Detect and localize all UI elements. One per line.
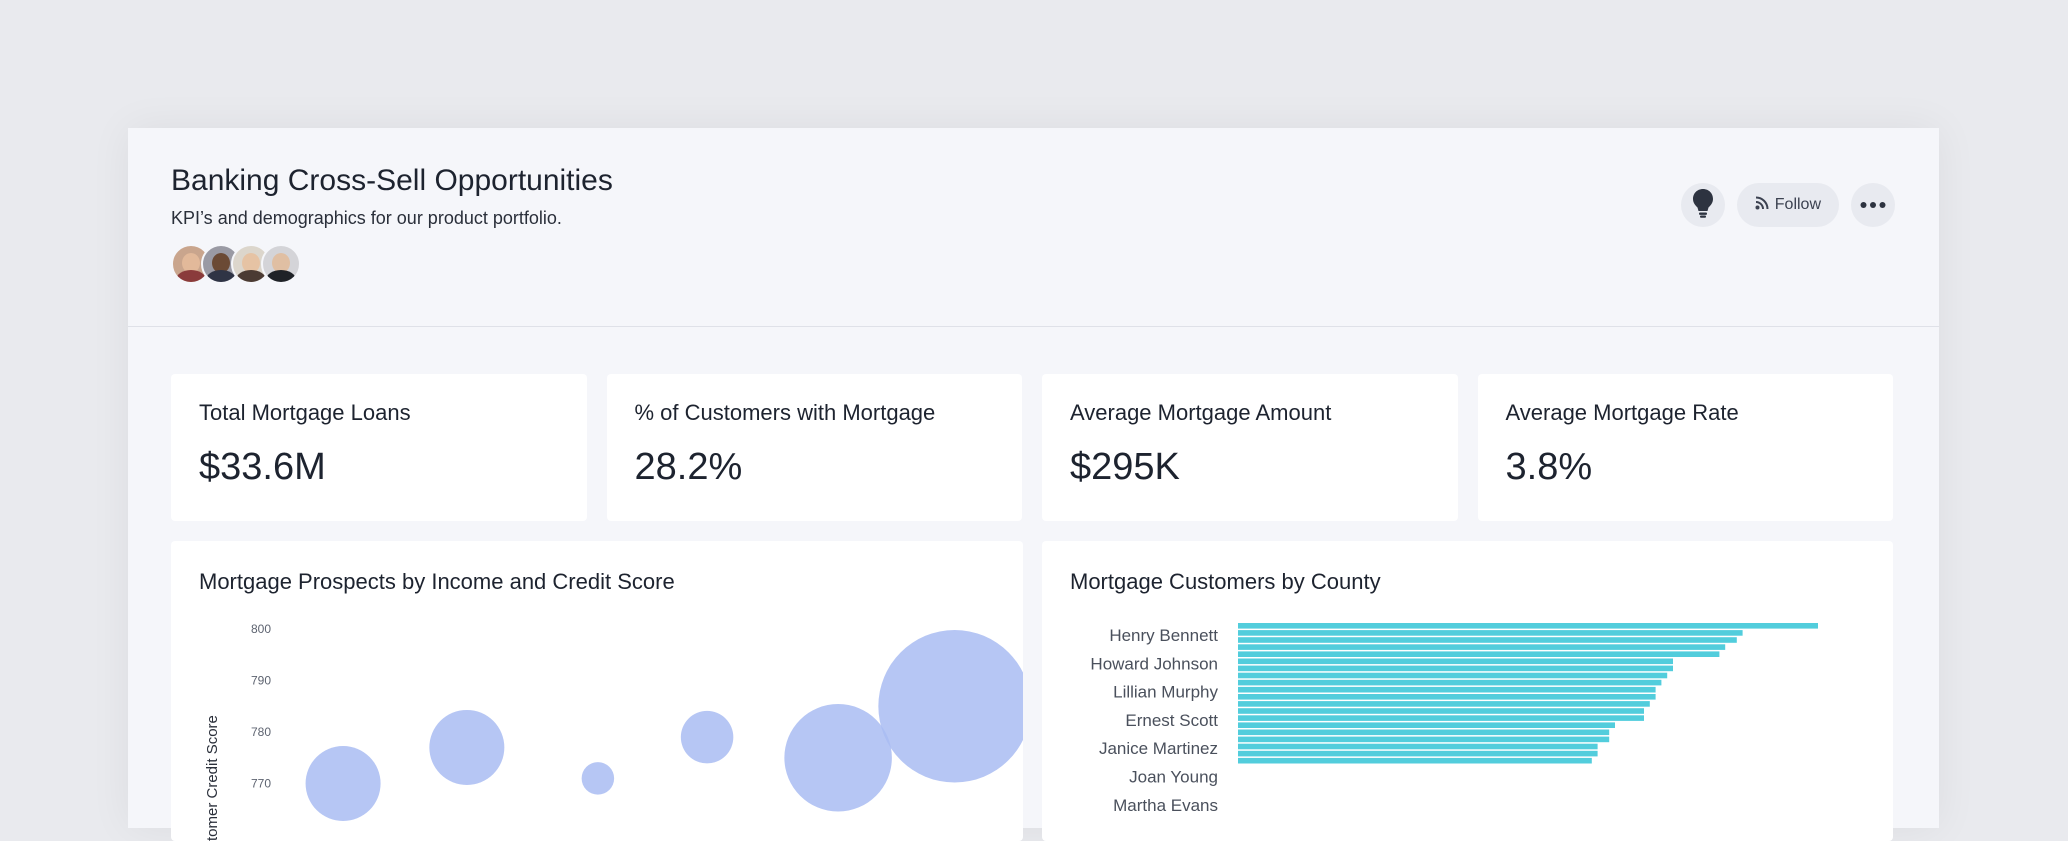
bubble-point <box>581 762 615 795</box>
category-label: Joan Young <box>1129 768 1218 787</box>
page-title: Banking Cross-Sell Opportunities <box>171 164 613 197</box>
bar <box>1238 708 1644 714</box>
kpi-card[interactable]: Average Mortgage Rate 3.8% <box>1477 374 1893 521</box>
bubble-chart-card[interactable]: Mortgage Prospects by Income and Credit … <box>171 541 1023 841</box>
category-label: Lillian Murphy <box>1113 683 1218 702</box>
category-label: Ernest Scott <box>1125 711 1218 730</box>
page-subtitle: KPI’s and demographics for our product p… <box>171 208 562 228</box>
y-tick-label: 770 <box>251 777 271 791</box>
y-tick-label: 790 <box>251 674 271 688</box>
kpi-label: Total Mortgage Loans <box>199 400 411 425</box>
bar-chart: Henry Bennett Howard Johnson Lillian Murph… <box>1090 623 1818 815</box>
y-tick-label: 780 <box>251 725 271 739</box>
bar <box>1238 750 1598 757</box>
follow-button[interactable]: Follow <box>1736 183 1839 227</box>
category-label: Henry Bennett <box>1109 626 1218 645</box>
kpi-card[interactable]: Average Mortgage Amount $295K <box>1042 374 1458 521</box>
bar <box>1238 679 1662 686</box>
bar <box>1238 672 1668 679</box>
more-options-button[interactable] <box>1851 183 1895 227</box>
more-icon <box>1860 196 1886 214</box>
kpi-value: $33.6M <box>199 446 326 488</box>
bar <box>1238 686 1656 693</box>
bar <box>1238 665 1673 672</box>
kpi-value: $295K <box>1070 446 1180 488</box>
y-axis-label: tomer Credit Score <box>204 715 221 841</box>
dashboard-board: Banking Cross-Sell Opportunities KPI’s a… <box>128 128 1939 841</box>
bar <box>1238 715 1644 721</box>
bar <box>1238 722 1615 728</box>
bar <box>1238 743 1598 750</box>
kpi-row: Total Mortgage Loans $33.6M % of Custome… <box>171 374 1893 521</box>
rss-icon <box>1755 196 1769 215</box>
bar <box>1238 630 1743 636</box>
bar-chart-card[interactable]: Mortgage Customers by County Henry Benne… <box>1042 541 1893 841</box>
follow-label: Follow <box>1774 196 1821 213</box>
kpi-card[interactable]: Total Mortgage Loans $33.6M <box>171 374 587 521</box>
kpi-card[interactable]: % of Customers with Mortgage 28.2% <box>606 374 1022 521</box>
bar <box>1238 729 1610 736</box>
bubble-point <box>784 704 892 812</box>
avatar[interactable] <box>261 244 301 284</box>
bar <box>1238 637 1737 643</box>
dashboard-header: Banking Cross-Sell Opportunities KPI’s a… <box>128 128 1939 327</box>
bar <box>1238 757 1592 764</box>
kpi-label: Average Mortgage Amount <box>1070 400 1332 425</box>
bubble-chart: tomer Credit Score 800 790 780 770 <box>204 622 1023 841</box>
bar <box>1238 736 1610 743</box>
kpi-value: 28.2% <box>634 446 743 488</box>
category-label: Howard Johnson <box>1090 654 1218 673</box>
bar <box>1238 623 1818 629</box>
kpi-label: % of Customers with Mortgage <box>634 400 936 425</box>
y-tick-label: 800 <box>251 622 271 636</box>
bubble-point <box>429 709 505 785</box>
bar <box>1238 694 1656 700</box>
bar <box>1238 644 1726 650</box>
header-actions: Follow <box>1680 183 1895 227</box>
bubble-point <box>680 710 734 764</box>
bubble-point <box>305 746 381 821</box>
bubble-point <box>878 630 1023 783</box>
bar <box>1238 658 1673 665</box>
category-label: Janice Martinez <box>1099 739 1218 758</box>
lightbulb-icon <box>1692 188 1714 223</box>
kpi-label: Average Mortgage Rate <box>1505 400 1739 425</box>
insights-button[interactable] <box>1680 183 1725 227</box>
kpi-value: 3.8% <box>1505 446 1593 488</box>
bar <box>1238 701 1650 707</box>
bar <box>1238 651 1720 657</box>
